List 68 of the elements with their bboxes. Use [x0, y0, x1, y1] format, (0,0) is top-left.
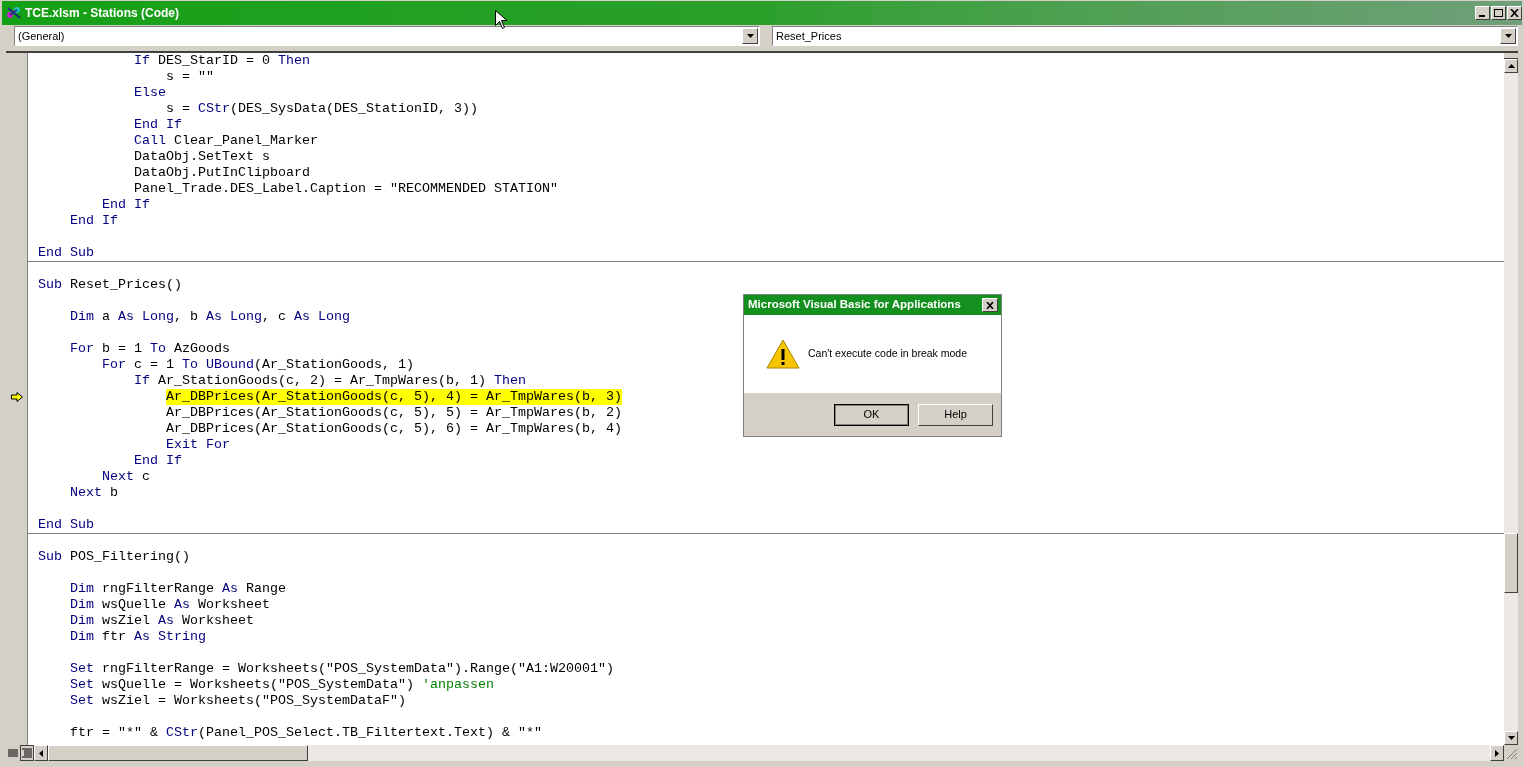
- code-line: Next c: [102, 469, 150, 485]
- procedure-dropdown[interactable]: Reset_Prices: [772, 26, 1518, 46]
- maximize-icon: [1494, 9, 1503, 17]
- mouse-pointer-icon: [495, 10, 507, 29]
- code-line: Ar_DBPrices(Ar_StationGoods(c, 5), 6) = Ar_TmpWares(b, 4): [166, 421, 622, 437]
- code-line: For b = 1 To AzGoods: [70, 341, 230, 357]
- down-arrow-icon: [1507, 736, 1515, 740]
- close-icon: [1510, 9, 1519, 17]
- module-view-button[interactable]: [20, 745, 34, 761]
- window-title: TCE.xlsm - Stations (Code): [25, 5, 179, 22]
- code-line: Panel_Trade.DES_Label.Caption = "RECOMMENDED STATION": [134, 181, 558, 197]
- code-line: End If: [102, 197, 150, 213]
- app-icon: [6, 6, 22, 20]
- maximize-button[interactable]: [1491, 6, 1506, 20]
- code-line: End If: [134, 453, 182, 469]
- object-dropdown[interactable]: (General): [14, 26, 760, 46]
- scroll-right-button[interactable]: [1490, 745, 1504, 761]
- scroll-up-button[interactable]: [1504, 59, 1518, 73]
- code-line: End Sub: [38, 517, 94, 533]
- code-line: Sub POS_Filtering(): [38, 549, 190, 565]
- dropdown-button[interactable]: [742, 28, 758, 44]
- dropdown-button[interactable]: [1500, 28, 1516, 44]
- code-line: End If: [70, 213, 118, 229]
- code-line: Dim ftr As String: [70, 629, 206, 645]
- code-line: Set wsQuelle = Worksheets("POS_SystemData") 'anpassen: [70, 677, 494, 693]
- code-line: ftr = "*" & CStr(Panel_POS_Select.TB_Filtertext.Text) & "*": [70, 725, 542, 741]
- scroll-down-button[interactable]: [1504, 731, 1518, 745]
- code-line: Sub Reset_Prices(): [38, 277, 182, 293]
- code-line: End Sub: [38, 245, 94, 261]
- dropdown-arrow-icon: [1504, 34, 1512, 38]
- code-line: Call Clear_Panel_Marker: [134, 133, 318, 149]
- code-line: Ar_DBPrices(Ar_StationGoods(c, 5), 5) = Ar_TmpWares(b, 2): [166, 405, 622, 421]
- close-button[interactable]: [1507, 6, 1522, 20]
- code-line: End If: [134, 117, 182, 133]
- size-grip-icon[interactable]: [1504, 745, 1518, 761]
- close-icon: [986, 301, 994, 309]
- code-line: Dim rngFilterRange As Range: [70, 581, 286, 597]
- dialog-message: Can't execute code in break mode: [808, 346, 968, 362]
- code-line: Dim wsQuelle As Worksheet: [70, 597, 270, 613]
- code-line: If Ar_StationGoods(c, 2) = Ar_TmpWares(b, 1) Then: [134, 373, 526, 389]
- code-line: Set wsZiel = Worksheets("POS_SystemDataF"): [70, 693, 406, 709]
- code-line: For c = 1 To UBound(Ar_StationGoods, 1): [102, 357, 414, 373]
- code-line: Else: [134, 85, 166, 101]
- up-arrow-icon: [1507, 64, 1515, 68]
- left-arrow-icon: [39, 749, 43, 757]
- code-line: Dim wsZiel As Worksheet: [70, 613, 254, 629]
- ok-button[interactable]: OK: [834, 403, 909, 426]
- warning-icon: [766, 339, 800, 369]
- dropdown-arrow-icon: [746, 34, 754, 38]
- split-bar[interactable]: [1504, 53, 1518, 59]
- right-arrow-icon: [1495, 749, 1499, 757]
- code-line: Next b: [70, 485, 118, 501]
- code-line: Dim a As Long, b As Long, c As Long: [70, 309, 350, 325]
- code-line: Set rngFilterRange = Worksheets("POS_SystemData").Range("A1:W20001"): [70, 661, 614, 677]
- code-line: Exit For: [166, 437, 230, 453]
- vertical-scrollbar[interactable]: [1504, 53, 1518, 745]
- code-line: DataObj.PutInClipboard: [134, 165, 310, 181]
- scroll-thumb[interactable]: [1504, 533, 1518, 593]
- code-line: If DES_StarID = 0 Then: [134, 53, 310, 69]
- help-button[interactable]: Help: [918, 403, 993, 426]
- close-button[interactable]: [982, 298, 998, 312]
- code-line: DataObj.SetText s: [134, 149, 270, 165]
- code-line: s = CStr(DES_SysData(DES_StationID, 3)): [166, 101, 478, 117]
- scroll-left-button[interactable]: [34, 745, 48, 761]
- minimize-button[interactable]: [1475, 6, 1490, 20]
- code-line: s = "": [166, 69, 214, 85]
- horizontal-scroll-thumb[interactable]: [48, 745, 308, 761]
- dialog-title: Microsoft Visual Basic for Applications: [748, 297, 962, 313]
